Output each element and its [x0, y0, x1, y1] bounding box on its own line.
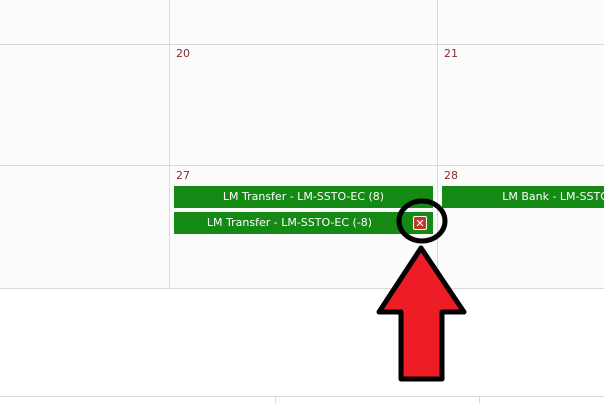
highlight-circle-icon: [396, 198, 448, 244]
annotation-overlay: [376, 198, 467, 382]
red-up-arrow-icon: [376, 245, 467, 382]
